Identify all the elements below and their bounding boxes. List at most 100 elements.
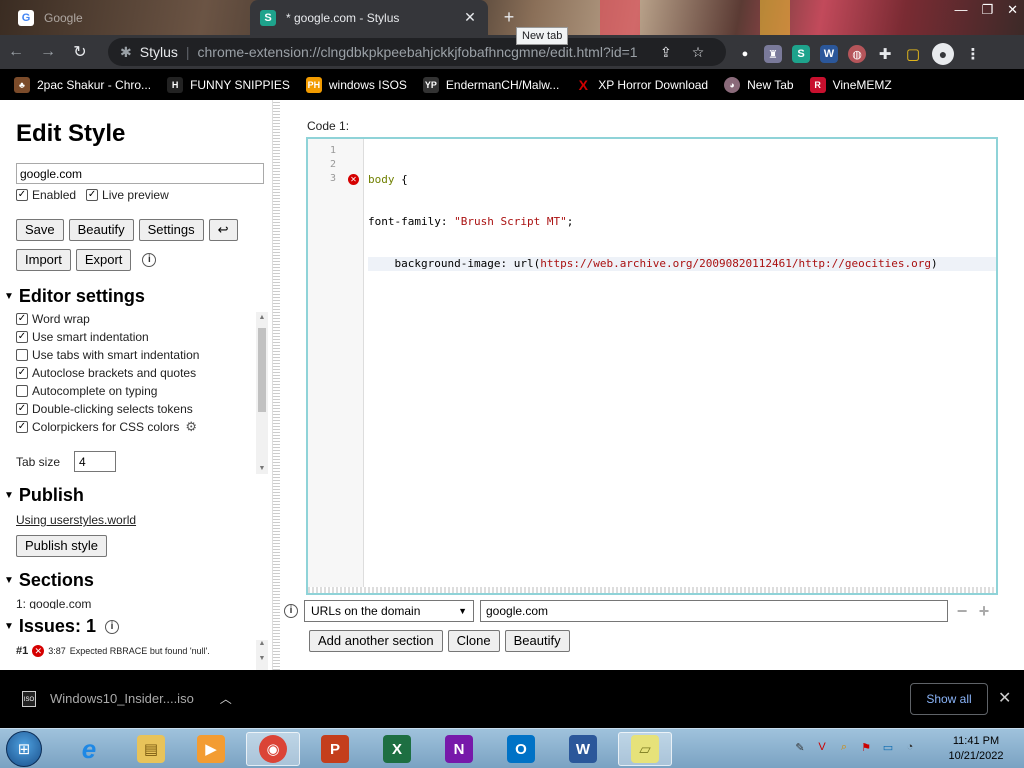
gear-icon[interactable]: ⚙: [185, 419, 197, 435]
language-icon[interactable]: ✎: [792, 739, 808, 755]
tab-size-input[interactable]: [74, 451, 117, 472]
taskbar-word[interactable]: W: [556, 732, 610, 766]
import-button[interactable]: Import: [16, 249, 71, 271]
scroll-down-icon[interactable]: ▼: [256, 465, 268, 472]
applies-info-icon[interactable]: i: [284, 604, 298, 618]
taskbar-outlook[interactable]: O: [494, 732, 548, 766]
enabled-checkbox[interactable]: ✓ Enabled: [16, 188, 76, 202]
flag-icon[interactable]: ⚑: [858, 739, 874, 755]
close-tab-icon[interactable]: ✕: [462, 9, 478, 26]
info-icon[interactable]: i: [142, 253, 157, 267]
editor-settings-heading[interactable]: ▼ Editor settings: [4, 286, 145, 307]
settings-button[interactable]: Settings: [138, 219, 204, 241]
tabs-smart-indentation-checkbox[interactable]: Use tabs with smart indentation: [16, 348, 252, 362]
start-button[interactable]: ⊞: [6, 731, 42, 767]
applies-value-input[interactable]: [480, 600, 948, 622]
taskbar-onenote[interactable]: N: [432, 732, 486, 766]
taskbar-media-player[interactable]: ▶: [184, 732, 238, 766]
clone-button[interactable]: Clone: [447, 630, 500, 652]
style-name-input[interactable]: [16, 163, 264, 184]
bookmark-new-tab[interactable]: ◕ New Tab: [724, 76, 794, 93]
chevron-up-icon[interactable]: ︿: [220, 690, 232, 707]
taskbar-excel[interactable]: X: [370, 732, 424, 766]
sections-heading[interactable]: ▼ Sections: [4, 570, 94, 591]
editor-resize-handle[interactable]: [308, 587, 996, 593]
scroll-up-icon[interactable]: ▲: [256, 640, 268, 647]
ghost-extension-icon[interactable]: ♜: [764, 45, 782, 63]
applies-type-select[interactable]: URLs on the domain ▼: [304, 600, 474, 622]
issue-item[interactable]: #1 ✕ 3:87 Expected RBRACE but found 'nul…: [16, 645, 210, 657]
record-icon[interactable]: ●: [736, 45, 754, 63]
forward-icon[interactable]: →: [32, 43, 64, 61]
code-content[interactable]: body { font-family: "Brush Script MT"; b…: [368, 145, 996, 299]
minimize-icon[interactable]: —: [954, 2, 967, 18]
autoclose-checkbox[interactable]: ✓ Autoclose brackets and quotes: [16, 366, 252, 380]
taskbar-chrome[interactable]: ◉: [246, 732, 300, 766]
sidebar-icon[interactable]: ▢: [904, 45, 922, 63]
word-extension-icon[interactable]: W: [820, 45, 838, 63]
add-section-button[interactable]: Add another section: [309, 630, 443, 652]
bookmark-xp-horror[interactable]: X XP Horror Download: [575, 77, 709, 93]
bookmark-funny-snippies[interactable]: H FUNNY SNIPPIES: [167, 76, 290, 93]
autocomplete-checkbox[interactable]: Autocomplete on typing: [16, 384, 252, 398]
word-wrap-checkbox[interactable]: ✓ Word wrap: [16, 312, 252, 326]
settings-scrollbar[interactable]: ▲ ▼: [256, 312, 268, 474]
export-button[interactable]: Export: [75, 249, 132, 271]
close-window-icon[interactable]: ✕: [1007, 2, 1018, 18]
userstyles-world-link[interactable]: Using userstyles.world: [16, 513, 136, 527]
issues-info-icon[interactable]: i: [104, 619, 119, 634]
scroll-up-icon[interactable]: ▲: [256, 314, 268, 321]
show-all-button[interactable]: Show all: [910, 683, 988, 715]
address-bar[interactable]: ✱ Stylus | chrome-extension://clngdbkpkp…: [108, 38, 726, 66]
menu-icon[interactable]: ⋮: [964, 45, 982, 63]
share-icon[interactable]: ⇪: [660, 44, 672, 61]
bookmark-endermanch[interactable]: YP EndermanCH/Malw...: [422, 76, 559, 93]
taskbar-explorer[interactable]: ▤: [124, 732, 178, 766]
network-icon[interactable]: ▭: [880, 739, 896, 755]
new-tab-button[interactable]: +: [500, 8, 518, 26]
bookmark-vinememz[interactable]: R VineMEMZ: [809, 76, 892, 93]
bookmark-2pac[interactable]: ♣ 2pac Shakur - Chro...: [14, 76, 151, 93]
scrollbar-thumb[interactable]: [258, 328, 266, 412]
save-button[interactable]: Save: [16, 219, 64, 241]
issue-message: Expected RBRACE but found 'null'.: [69, 646, 210, 656]
add-rule-icon[interactable]: +: [976, 601, 992, 622]
tab-stylus[interactable]: S * google.com - Stylus ✕: [250, 0, 488, 35]
maximize-icon[interactable]: ❐: [981, 2, 993, 18]
bookmark-windows-isos[interactable]: PH windows ISOS: [305, 76, 407, 93]
colorpickers-checkbox[interactable]: ✓ Colorpickers for CSS colors ⚙: [16, 419, 252, 435]
taskbar-sticky-notes[interactable]: ▱: [618, 732, 672, 766]
publish-heading[interactable]: ▼ Publish: [4, 485, 84, 506]
download-item[interactable]: ISO Windows10_Insider....iso ︿: [22, 690, 232, 707]
smart-indentation-checkbox[interactable]: ✓ Use smart indentation: [16, 330, 252, 344]
beautify-button[interactable]: Beautify: [68, 219, 134, 241]
antivirus-icon[interactable]: V: [814, 739, 830, 755]
system-clock[interactable]: 11:41 PM 10/21/2022: [936, 734, 1016, 764]
close-downloads-icon[interactable]: ✕: [998, 688, 1011, 708]
search-tray-icon[interactable]: ⌕: [836, 739, 852, 755]
code-editor[interactable]: 1 2 3 ✕ body { font-family: "Brush Scrip…: [306, 137, 998, 595]
lint-error-icon[interactable]: ✕: [348, 174, 359, 185]
issues-heading[interactable]: ▼ Issues: 1 i: [4, 616, 119, 637]
panel-resize-handle[interactable]: [272, 100, 280, 670]
scroll-down-icon[interactable]: ▼: [256, 655, 268, 662]
stylus-extension-icon[interactable]: S: [792, 45, 810, 63]
profile-avatar[interactable]: ●: [932, 43, 954, 65]
volume-icon[interactable]: ◔: [902, 739, 918, 755]
double-click-tokens-checkbox[interactable]: ✓ Double-clicking selects tokens: [16, 402, 252, 416]
tab-google[interactable]: G Google: [8, 0, 248, 35]
section-list-item[interactable]: 1: google.com: [16, 597, 91, 609]
back-icon[interactable]: ←: [0, 43, 32, 61]
issues-scrollbar[interactable]: ▲ ▼: [256, 640, 268, 670]
bookmark-star-icon[interactable]: ☆: [692, 44, 705, 61]
beautify-section-button[interactable]: Beautify: [504, 630, 570, 652]
publish-style-button[interactable]: Publish style: [16, 535, 107, 557]
globe-extension-icon[interactable]: ◍: [848, 45, 866, 63]
remove-rule-icon[interactable]: −: [954, 601, 970, 622]
undo-button[interactable]: ↩: [208, 219, 238, 241]
taskbar-powerpoint[interactable]: P: [308, 732, 362, 766]
live-preview-checkbox[interactable]: ✓ Live preview: [86, 188, 169, 202]
taskbar-ie[interactable]: e: [62, 732, 116, 766]
reload-icon[interactable]: ↻: [64, 42, 96, 62]
puzzle-icon[interactable]: ✚: [876, 45, 894, 63]
